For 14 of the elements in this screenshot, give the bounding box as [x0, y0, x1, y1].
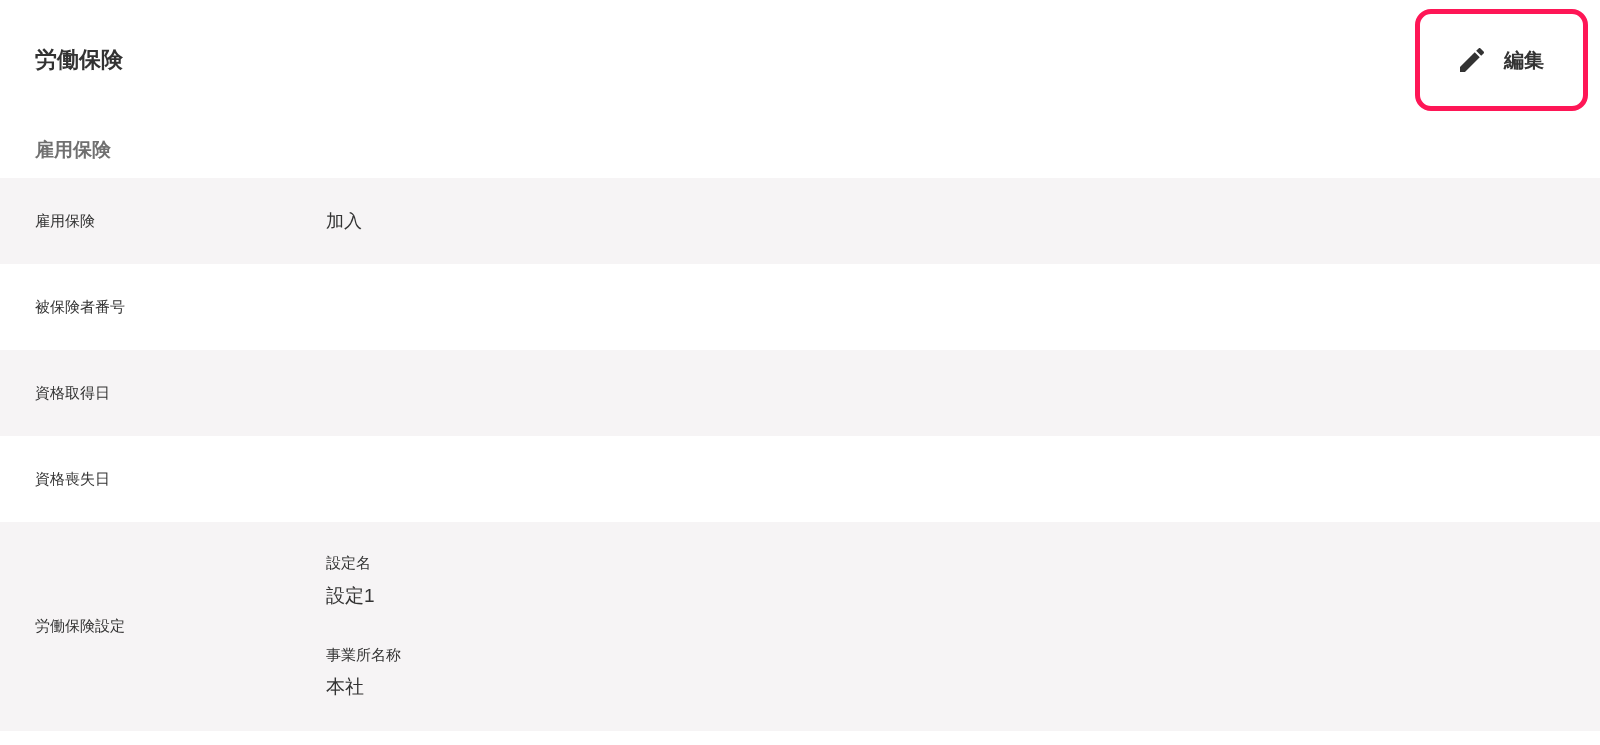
page-title: 労働保険: [35, 49, 123, 71]
row-label: 被保険者番号: [35, 297, 125, 315]
field-value: 本社: [326, 675, 365, 699]
edit-button[interactable]: 編集: [1449, 40, 1554, 80]
row-label: 労働保険設定: [35, 617, 125, 635]
section-heading: 雇用保険: [35, 139, 111, 159]
row-label: 雇用保険: [35, 211, 95, 229]
row-value: 加入: [326, 209, 362, 233]
field-caption: 事業所名称: [326, 645, 401, 665]
field-caption: 設定名: [326, 554, 372, 573]
field-value: 設定1: [326, 583, 376, 608]
pencil-icon: [1459, 48, 1484, 72]
row-label: 資格喪失日: [35, 469, 110, 487]
row-label: 資格取得日: [35, 383, 110, 401]
